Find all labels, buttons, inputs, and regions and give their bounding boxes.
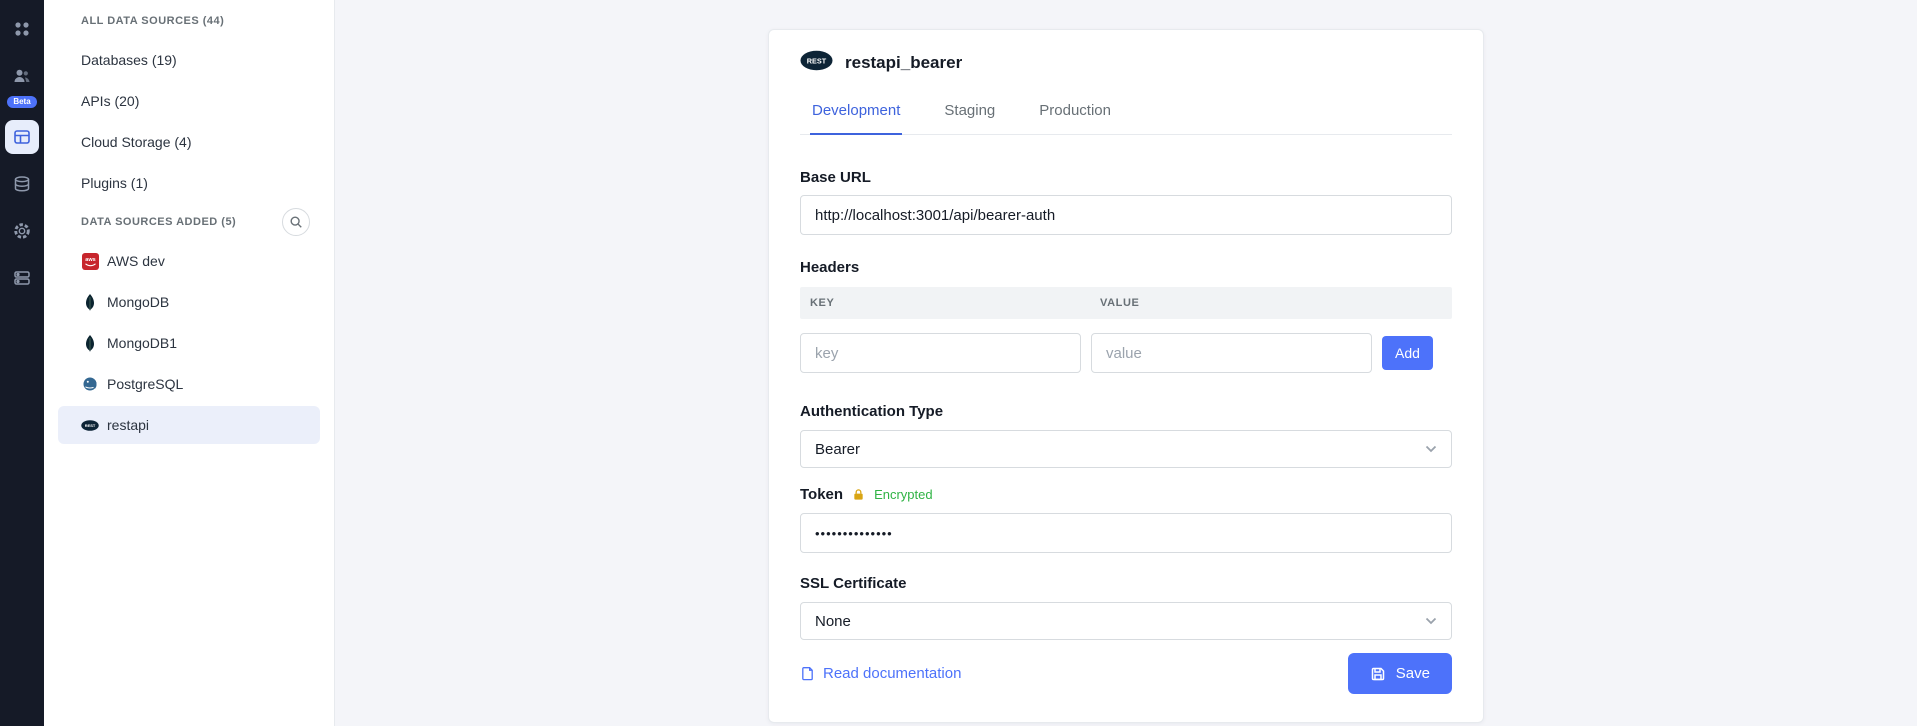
mongodb-icon bbox=[81, 335, 99, 352]
sidebar-item-databases[interactable]: Databases (19) bbox=[58, 41, 320, 79]
header-input-row: Add bbox=[800, 333, 1452, 373]
sidebar-item-plugins[interactable]: Plugins (1) bbox=[58, 164, 320, 202]
sidebar-item-label: Databases (19) bbox=[81, 52, 177, 68]
sidebar-item-label: APIs (20) bbox=[81, 93, 139, 109]
svg-text:REST: REST bbox=[807, 56, 827, 65]
mongodb-icon bbox=[81, 294, 99, 311]
chevron-down-icon bbox=[1425, 445, 1437, 453]
aws-icon: aws bbox=[81, 253, 99, 270]
datasources-sidebar: ALL DATA SOURCES (44) Databases (19) API… bbox=[44, 0, 335, 726]
headers-table-head: KEY VALUE bbox=[800, 287, 1452, 319]
svg-text:aws: aws bbox=[85, 257, 95, 263]
chevron-down-icon bbox=[1425, 617, 1437, 625]
base-url-label: Base URL bbox=[800, 169, 1452, 186]
all-sources-header: ALL DATA SOURCES (44) bbox=[44, 4, 334, 38]
sidebar-item-label: Cloud Storage (4) bbox=[81, 134, 192, 150]
rest-api-icon: REST bbox=[800, 50, 833, 76]
rest-api-icon: REST bbox=[81, 419, 99, 432]
sidebar-item-label: PostgreSQL bbox=[107, 376, 183, 392]
page-title: restapi_bearer bbox=[845, 53, 962, 73]
card-footer: Read documentation Save bbox=[800, 653, 1452, 694]
auth-type-select[interactable]: Bearer bbox=[800, 430, 1452, 468]
search-button[interactable] bbox=[282, 208, 310, 236]
environment-tabs: Development Staging Production bbox=[800, 102, 1452, 135]
ssl-certificate-label: SSL Certificate bbox=[800, 575, 1452, 592]
main-area: REST restapi_bearer Development Staging … bbox=[335, 0, 1917, 726]
token-label-row: Token Encrypted bbox=[800, 486, 1452, 503]
save-floppy-icon bbox=[1370, 666, 1386, 682]
auth-type-value: Bearer bbox=[815, 441, 860, 458]
base-url-input[interactable] bbox=[800, 195, 1452, 235]
tab-production[interactable]: Production bbox=[1037, 102, 1113, 134]
auth-type-label: Authentication Type bbox=[800, 403, 1452, 420]
apps-grid-icon[interactable] bbox=[5, 12, 39, 46]
sidebar-item-label: restapi bbox=[107, 417, 149, 433]
sidebar-item-label: Plugins (1) bbox=[81, 175, 148, 191]
token-label: Token bbox=[800, 486, 843, 503]
sidebar-item-postgresql[interactable]: PostgreSQL bbox=[58, 365, 320, 403]
datasource-config-card: REST restapi_bearer Development Staging … bbox=[768, 29, 1484, 723]
sidebar-item-restapi[interactable]: REST restapi bbox=[58, 406, 320, 444]
headers-label: Headers bbox=[800, 259, 1452, 276]
read-documentation-label: Read documentation bbox=[823, 665, 961, 682]
postgresql-icon bbox=[81, 376, 99, 392]
sidebar-item-mongodb[interactable]: MongoDB bbox=[58, 283, 320, 321]
header-key-input[interactable] bbox=[800, 333, 1081, 373]
save-button[interactable]: Save bbox=[1348, 653, 1452, 694]
settings-gear-icon[interactable] bbox=[5, 214, 39, 248]
added-sources-title: DATA SOURCES ADDED (5) bbox=[81, 216, 236, 228]
data-sources-icon[interactable] bbox=[5, 120, 39, 154]
sidebar-item-cloud-storage[interactable]: Cloud Storage (4) bbox=[58, 123, 320, 161]
add-header-button[interactable]: Add bbox=[1382, 336, 1433, 370]
tab-development[interactable]: Development bbox=[810, 102, 902, 135]
database-icon[interactable] bbox=[5, 167, 39, 201]
sidebar-item-label: MongoDB bbox=[107, 294, 169, 310]
beta-badge: Beta bbox=[7, 96, 36, 108]
added-sources-header: DATA SOURCES ADDED (5) bbox=[44, 205, 334, 239]
sidebar-item-apis[interactable]: APIs (20) bbox=[58, 82, 320, 120]
save-button-label: Save bbox=[1396, 665, 1430, 682]
ssl-certificate-select[interactable]: None bbox=[800, 602, 1452, 640]
sidebar-item-aws-dev[interactable]: aws AWS dev bbox=[58, 242, 320, 280]
sidebar-item-mongodb1[interactable]: MongoDB1 bbox=[58, 324, 320, 362]
read-documentation-link[interactable]: Read documentation bbox=[800, 665, 961, 682]
tab-staging[interactable]: Staging bbox=[942, 102, 997, 134]
encrypted-badge: Encrypted bbox=[874, 487, 933, 502]
sidebar-item-label: AWS dev bbox=[107, 253, 165, 269]
app-rail: Beta bbox=[0, 0, 44, 726]
users-icon[interactable] bbox=[5, 59, 39, 93]
search-icon bbox=[289, 215, 303, 229]
lock-icon bbox=[852, 488, 865, 501]
key-column-header: KEY bbox=[810, 297, 1100, 309]
all-sources-title: ALL DATA SOURCES (44) bbox=[81, 15, 224, 27]
card-header: REST restapi_bearer bbox=[800, 50, 1452, 76]
svg-text:REST: REST bbox=[85, 423, 96, 428]
sidebar-item-label: MongoDB1 bbox=[107, 335, 177, 351]
header-value-input[interactable] bbox=[1091, 333, 1372, 373]
ssl-certificate-value: None bbox=[815, 613, 851, 630]
document-icon bbox=[800, 666, 815, 681]
token-input[interactable] bbox=[800, 513, 1452, 553]
audit-logs-icon[interactable] bbox=[5, 261, 39, 295]
value-column-header: VALUE bbox=[1100, 297, 1442, 309]
